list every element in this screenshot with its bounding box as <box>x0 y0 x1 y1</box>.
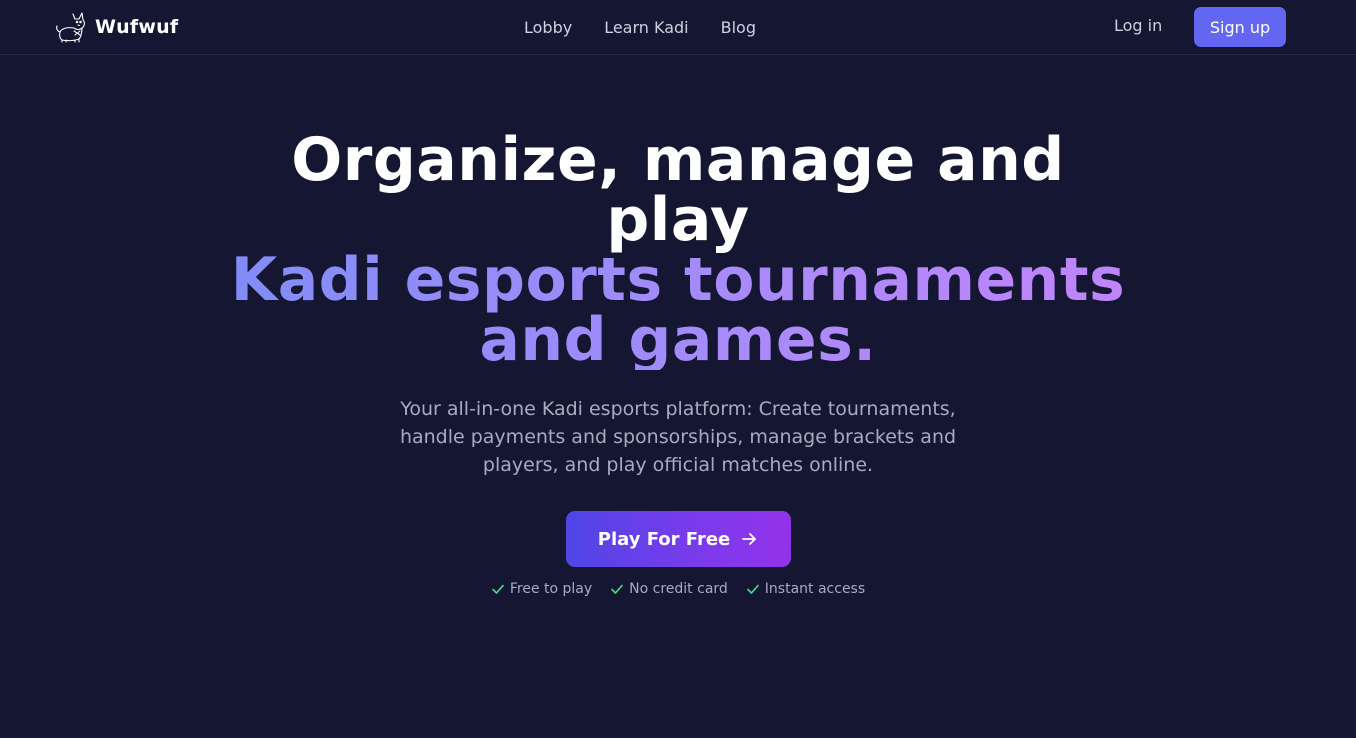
hero-section: Organize, manage and play Kadi esports t… <box>0 130 1356 597</box>
arrow-right-icon <box>742 533 757 545</box>
brand-name: Wufwuf <box>95 16 179 38</box>
site-header: Wufwuf Lobby Learn Kadi Blog Log in Sign… <box>0 0 1356 55</box>
login-link[interactable]: Log in <box>1114 16 1162 35</box>
nav-item-blog[interactable]: Blog <box>721 18 756 37</box>
nav-item-lobby[interactable]: Lobby <box>524 18 572 37</box>
perks-list: Free to play No credit card Instant acce… <box>0 581 1356 597</box>
hero-headline-primary: Organize, manage and play <box>291 125 1065 255</box>
nav-item-learn-kadi[interactable]: Learn Kadi <box>604 18 688 37</box>
signup-button[interactable]: Sign up <box>1194 7 1286 47</box>
perk-label: No credit card <box>629 581 728 597</box>
perk-label: Free to play <box>509 581 593 597</box>
perk-label: Instant access <box>764 581 866 597</box>
check-icon <box>492 584 504 594</box>
perk-item: Instant access <box>746 581 865 597</box>
dog-logo-icon <box>56 12 85 43</box>
hero-headline-accent: Kadi esports tournaments and games. <box>228 250 1128 370</box>
hero-headline: Organize, manage and play Kadi esports t… <box>228 130 1128 370</box>
play-for-free-label: Play For Free <box>597 528 731 550</box>
perk-item: No credit card <box>610 581 728 597</box>
hero-subtitle: Your all-in-one Kadi esports platform: C… <box>399 398 957 476</box>
check-icon <box>746 584 759 594</box>
main-nav: Lobby Learn Kadi Blog <box>524 0 756 54</box>
perk-item: Free to play <box>491 581 592 597</box>
brand-home-link[interactable]: Wufwuf <box>54 10 178 44</box>
play-for-free-button[interactable]: Play For Free <box>565 511 791 567</box>
check-icon <box>611 584 623 594</box>
